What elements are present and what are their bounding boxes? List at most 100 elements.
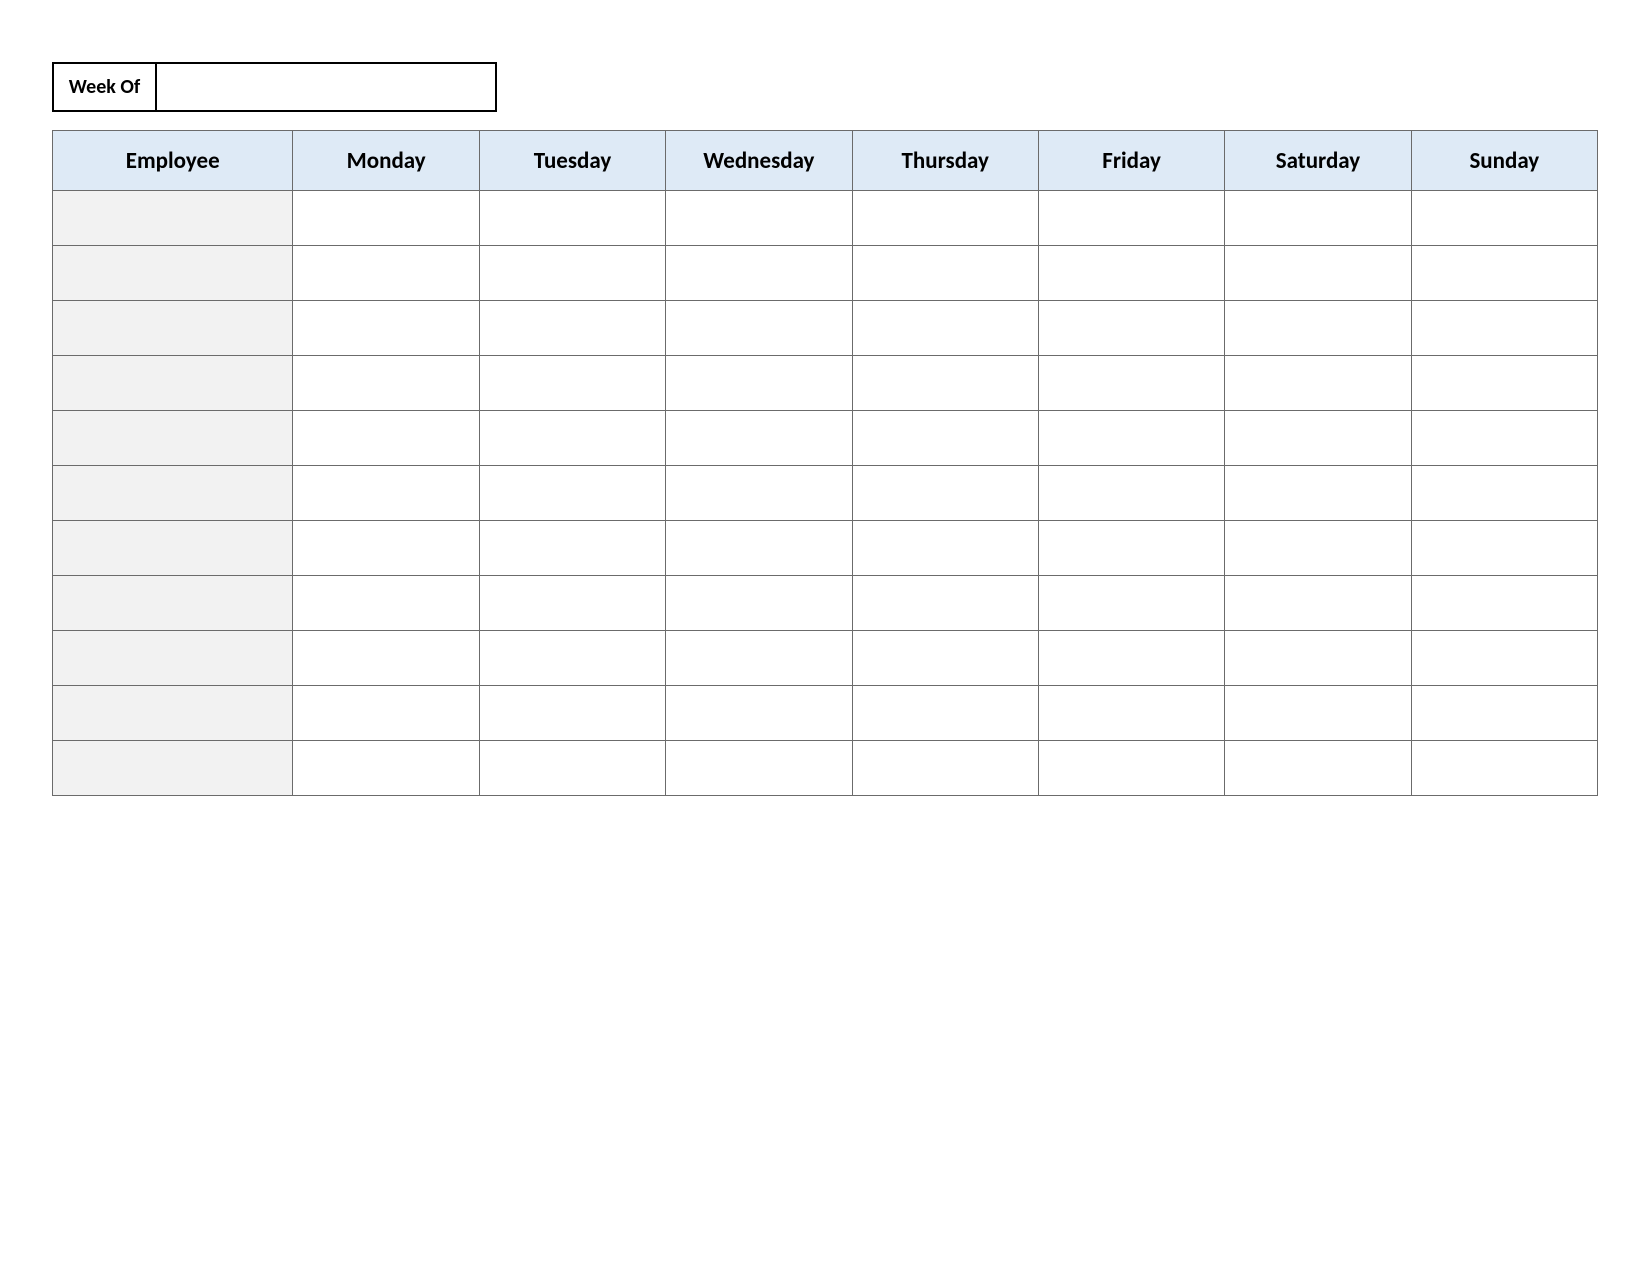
day-cell[interactable] (1225, 301, 1411, 356)
table-row (53, 301, 1598, 356)
day-cell[interactable] (1225, 246, 1411, 301)
day-cell[interactable] (479, 191, 665, 246)
day-cell[interactable] (1038, 741, 1224, 796)
day-cell[interactable] (1411, 521, 1597, 576)
day-cell[interactable] (1225, 631, 1411, 686)
day-cell[interactable] (1225, 741, 1411, 796)
day-cell[interactable] (1038, 521, 1224, 576)
header-row: Employee Monday Tuesday Wednesday Thursd… (53, 131, 1598, 191)
day-cell[interactable] (666, 411, 852, 466)
day-cell[interactable] (479, 246, 665, 301)
table-row (53, 576, 1598, 631)
day-cell[interactable] (1038, 301, 1224, 356)
day-cell[interactable] (666, 191, 852, 246)
day-cell[interactable] (293, 246, 479, 301)
day-cell[interactable] (479, 356, 665, 411)
day-cell[interactable] (666, 246, 852, 301)
header-day-sunday: Sunday (1411, 131, 1597, 191)
day-cell[interactable] (1225, 356, 1411, 411)
day-cell[interactable] (852, 521, 1038, 576)
day-cell[interactable] (852, 301, 1038, 356)
day-cell[interactable] (1411, 576, 1597, 631)
day-cell[interactable] (293, 686, 479, 741)
day-cell[interactable] (1225, 191, 1411, 246)
employee-cell[interactable] (53, 411, 293, 466)
day-cell[interactable] (293, 191, 479, 246)
day-cell[interactable] (293, 411, 479, 466)
day-cell[interactable] (293, 466, 479, 521)
day-cell[interactable] (1411, 411, 1597, 466)
day-cell[interactable] (852, 741, 1038, 796)
header-day-saturday: Saturday (1225, 131, 1411, 191)
day-cell[interactable] (479, 631, 665, 686)
day-cell[interactable] (852, 686, 1038, 741)
day-cell[interactable] (293, 576, 479, 631)
day-cell[interactable] (1411, 631, 1597, 686)
day-cell[interactable] (479, 686, 665, 741)
day-cell[interactable] (852, 631, 1038, 686)
day-cell[interactable] (852, 411, 1038, 466)
employee-cell[interactable] (53, 466, 293, 521)
day-cell[interactable] (293, 356, 479, 411)
day-cell[interactable] (1225, 521, 1411, 576)
day-cell[interactable] (1038, 576, 1224, 631)
day-cell[interactable] (666, 466, 852, 521)
day-cell[interactable] (666, 631, 852, 686)
day-cell[interactable] (293, 301, 479, 356)
day-cell[interactable] (1411, 191, 1597, 246)
day-cell[interactable] (479, 576, 665, 631)
employee-cell[interactable] (53, 356, 293, 411)
day-cell[interactable] (1411, 246, 1597, 301)
day-cell[interactable] (1411, 741, 1597, 796)
employee-cell[interactable] (53, 576, 293, 631)
day-cell[interactable] (479, 521, 665, 576)
day-cell[interactable] (1038, 686, 1224, 741)
employee-cell[interactable] (53, 191, 293, 246)
day-cell[interactable] (1411, 466, 1597, 521)
day-cell[interactable] (852, 246, 1038, 301)
employee-cell[interactable] (53, 301, 293, 356)
day-cell[interactable] (479, 301, 665, 356)
day-cell[interactable] (1038, 411, 1224, 466)
day-cell[interactable] (852, 466, 1038, 521)
table-row (53, 411, 1598, 466)
day-cell[interactable] (479, 741, 665, 796)
employee-cell[interactable] (53, 521, 293, 576)
employee-cell[interactable] (53, 246, 293, 301)
day-cell[interactable] (1038, 356, 1224, 411)
day-cell[interactable] (852, 576, 1038, 631)
table-row (53, 466, 1598, 521)
day-cell[interactable] (1411, 301, 1597, 356)
day-cell[interactable] (293, 521, 479, 576)
day-cell[interactable] (1225, 576, 1411, 631)
day-cell[interactable] (1411, 686, 1597, 741)
day-cell[interactable] (666, 741, 852, 796)
day-cell[interactable] (293, 741, 479, 796)
employee-cell[interactable] (53, 631, 293, 686)
day-cell[interactable] (666, 356, 852, 411)
day-cell[interactable] (852, 356, 1038, 411)
day-cell[interactable] (1225, 686, 1411, 741)
day-cell[interactable] (479, 411, 665, 466)
day-cell[interactable] (1411, 356, 1597, 411)
day-cell[interactable] (1038, 466, 1224, 521)
week-of-label: Week Of (52, 62, 157, 112)
day-cell[interactable] (293, 631, 479, 686)
employee-cell[interactable] (53, 741, 293, 796)
day-cell[interactable] (479, 466, 665, 521)
week-of-box: Week Of (52, 62, 1598, 112)
schedule-table: Employee Monday Tuesday Wednesday Thursd… (52, 130, 1598, 796)
employee-cell[interactable] (53, 686, 293, 741)
day-cell[interactable] (1225, 411, 1411, 466)
day-cell[interactable] (666, 521, 852, 576)
day-cell[interactable] (1225, 466, 1411, 521)
day-cell[interactable] (852, 191, 1038, 246)
day-cell[interactable] (666, 301, 852, 356)
week-of-input[interactable] (157, 62, 497, 112)
day-cell[interactable] (1038, 631, 1224, 686)
day-cell[interactable] (1038, 191, 1224, 246)
table-row (53, 521, 1598, 576)
day-cell[interactable] (666, 576, 852, 631)
day-cell[interactable] (666, 686, 852, 741)
day-cell[interactable] (1038, 246, 1224, 301)
